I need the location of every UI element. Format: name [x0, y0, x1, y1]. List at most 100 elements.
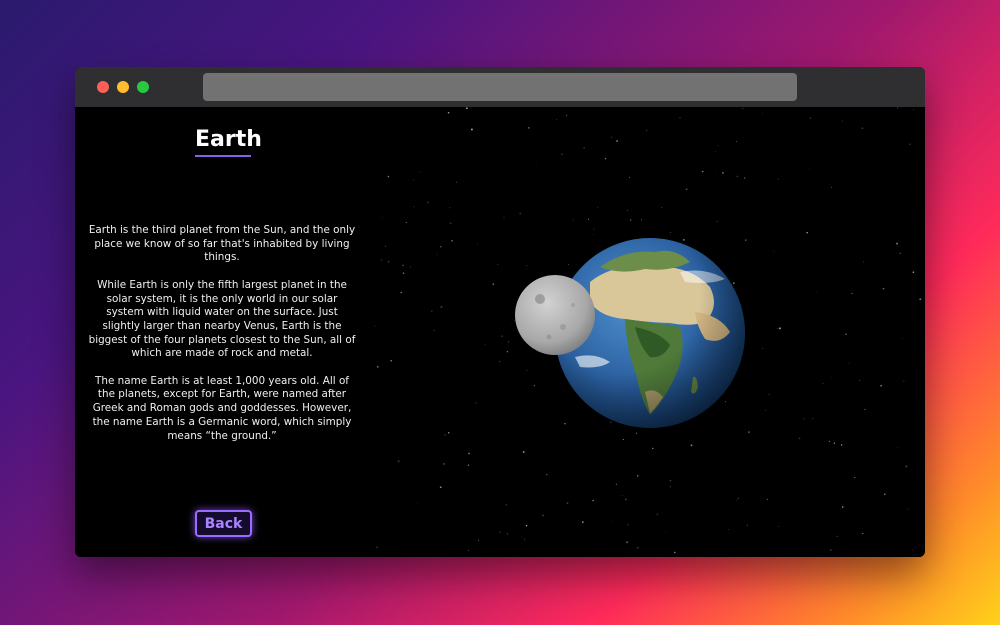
star [910, 186, 912, 188]
star [468, 549, 470, 552]
star [503, 217, 505, 219]
star [669, 486, 671, 488]
star [841, 120, 843, 122]
star [467, 464, 470, 466]
star [501, 335, 504, 338]
star [587, 218, 590, 220]
star [896, 107, 899, 109]
star [812, 418, 814, 419]
moon[interactable] [515, 275, 595, 355]
star [387, 261, 390, 263]
star [492, 283, 495, 285]
star [525, 524, 528, 527]
star [661, 207, 663, 208]
star [536, 556, 538, 557]
star [909, 143, 911, 146]
star [546, 473, 548, 476]
star [621, 495, 624, 497]
star [743, 177, 746, 179]
star [566, 502, 569, 504]
star [402, 272, 405, 274]
star [652, 447, 654, 450]
earth-moon-3d-view[interactable] [505, 227, 765, 437]
page-content: Earth Earth is the third planet from the… [75, 107, 925, 557]
star [646, 129, 648, 131]
star [510, 446, 512, 447]
star [442, 462, 445, 465]
star [405, 221, 407, 224]
star [765, 409, 767, 411]
star [679, 117, 681, 119]
star [430, 310, 433, 312]
star [897, 446, 898, 448]
star [387, 175, 390, 178]
star [701, 170, 704, 173]
star [831, 376, 833, 378]
star [604, 157, 607, 160]
star [861, 127, 864, 129]
star [384, 245, 387, 248]
star [840, 444, 843, 446]
back-button[interactable]: Back [195, 510, 252, 537]
star [737, 497, 739, 499]
star [736, 499, 738, 501]
star [746, 524, 748, 526]
star [902, 338, 904, 339]
star [715, 151, 717, 153]
star [451, 239, 453, 242]
star [809, 117, 812, 119]
browser-window: Earth Earth is the third planet from the… [75, 67, 925, 557]
zoom-window-icon[interactable] [137, 81, 149, 93]
star [519, 212, 522, 215]
star [742, 107, 744, 109]
star [376, 546, 378, 549]
star [622, 438, 624, 441]
star [866, 362, 868, 364]
star [447, 432, 450, 434]
close-window-icon[interactable] [97, 81, 109, 93]
star [848, 362, 850, 364]
star [413, 179, 415, 181]
star [778, 525, 779, 527]
star [380, 259, 383, 261]
star [484, 343, 486, 346]
star [628, 176, 631, 179]
star [592, 499, 594, 502]
star [674, 551, 676, 554]
star [734, 110, 736, 111]
star [470, 128, 473, 131]
star [374, 325, 376, 327]
title-bar [75, 67, 925, 107]
star [427, 201, 430, 204]
star [475, 402, 477, 404]
star [497, 264, 499, 266]
star [615, 483, 618, 485]
star [773, 250, 775, 252]
star [854, 477, 856, 479]
star [626, 210, 628, 211]
star [717, 145, 719, 147]
minimize-window-icon[interactable] [117, 81, 129, 93]
star [907, 508, 908, 510]
star [542, 514, 544, 517]
star [419, 171, 421, 173]
star [828, 440, 831, 443]
star [912, 271, 915, 273]
star [715, 170, 717, 172]
star [831, 186, 833, 188]
star [499, 531, 501, 533]
star [736, 175, 739, 178]
star [841, 506, 844, 508]
star [728, 529, 730, 530]
star [382, 217, 383, 218]
star [413, 206, 415, 208]
star [625, 498, 627, 501]
address-bar[interactable] [203, 73, 797, 101]
star [777, 178, 779, 180]
star [616, 140, 619, 142]
star [626, 541, 629, 544]
star [913, 108, 914, 110]
star [521, 537, 522, 538]
star [566, 114, 567, 116]
page-title: Earth [195, 127, 262, 157]
